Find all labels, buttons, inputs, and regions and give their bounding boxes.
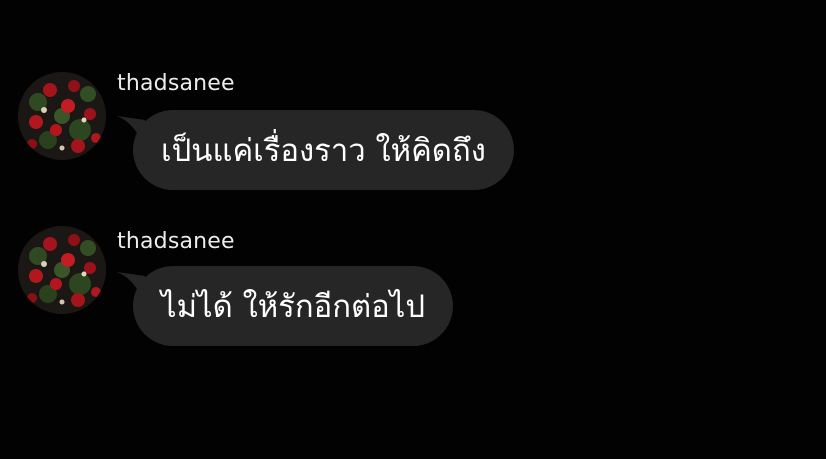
message-text: ไม่ได้ ให้รักอีกต่อไป [161, 289, 425, 325]
message-bubble[interactable]: เป็นแค่เรื่องราว ให้คิดถึง [133, 110, 514, 190]
avatar[interactable] [18, 72, 106, 160]
username[interactable]: thadsanee [117, 229, 235, 254]
message-text: เป็นแค่เรื่องราว ให้คิดถึง [161, 133, 486, 169]
username[interactable]: thadsanee [117, 71, 235, 96]
message-bubble[interactable]: ไม่ได้ ให้รักอีกต่อไป [133, 266, 453, 346]
avatar[interactable] [18, 226, 106, 314]
red-roses-avatar-icon [18, 226, 106, 314]
chat-thread: thadsanee เป็นแค่เรื่องราว ให้คิดถึง tha… [0, 0, 826, 459]
red-roses-avatar-icon [18, 72, 106, 160]
